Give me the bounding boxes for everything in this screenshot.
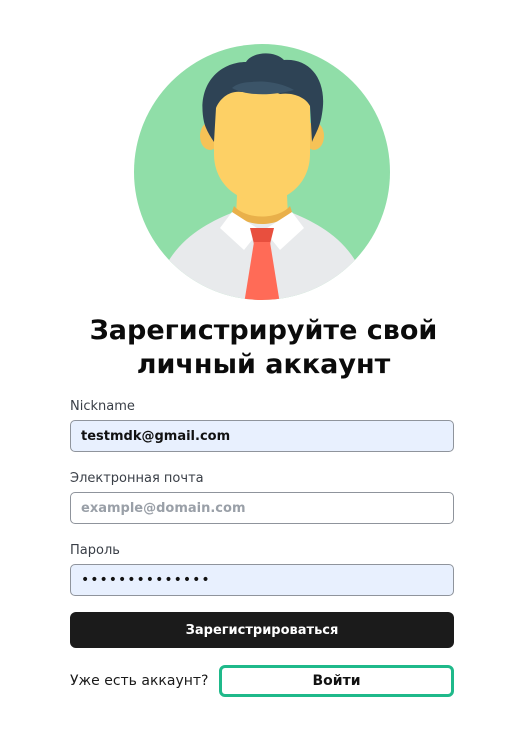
email-input[interactable] <box>70 492 454 524</box>
login-button[interactable]: Войти <box>219 665 454 697</box>
page-title: Зарегистрируйте свой личный аккаунт <box>0 314 527 382</box>
register-button[interactable]: Зарегистрироваться <box>70 612 454 648</box>
nickname-input[interactable] <box>70 420 454 452</box>
have-account-text: Уже есть аккаунт? <box>70 673 209 689</box>
email-label: Электронная почта <box>70 471 204 486</box>
password-label: Пароль <box>70 543 120 558</box>
nickname-label: Nickname <box>70 399 135 414</box>
page-title-line1: Зарегистрируйте свой <box>89 315 438 346</box>
signup-page: Зарегистрируйте свой личный аккаунт Nick… <box>0 0 527 736</box>
password-input[interactable] <box>70 564 454 596</box>
page-title-line2: личный аккаунт <box>136 349 391 380</box>
user-avatar-icon <box>134 44 390 300</box>
